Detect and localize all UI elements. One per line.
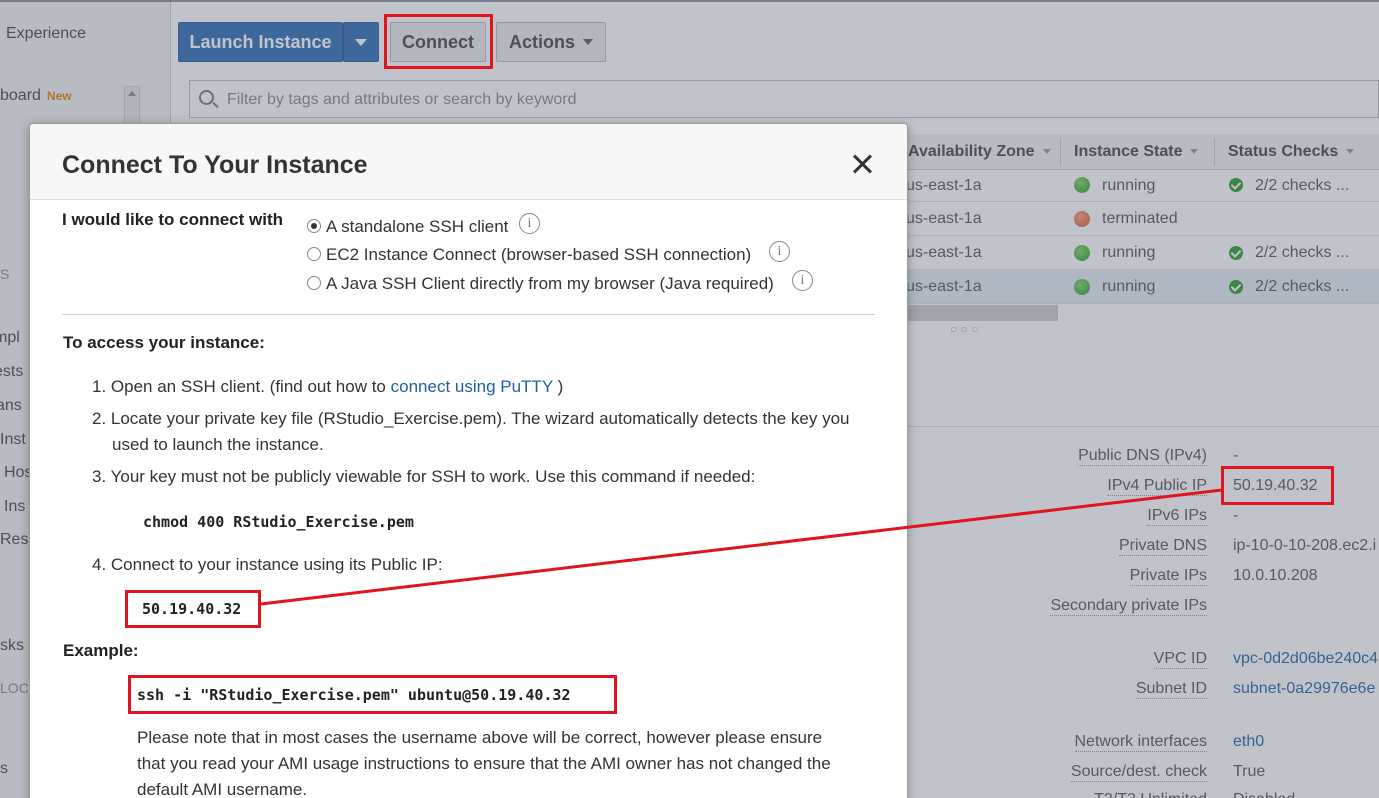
connect-highlight-box <box>384 14 493 69</box>
option-instance-connect[interactable]: EC2 Instance Connect (browser-based SSH … <box>326 245 751 265</box>
step-2-line-1: 2. Locate your private key file (RStudio… <box>92 409 850 428</box>
step-4: 4. Connect to your instance using its Pu… <box>92 555 443 574</box>
example-heading: Example: <box>63 641 139 660</box>
divider <box>62 314 875 315</box>
step-3: 3. Your key must not be publicly viewabl… <box>92 467 756 486</box>
step-1-close: ) <box>557 377 564 396</box>
close-icon[interactable] <box>852 153 874 175</box>
ipv4-highlight-box <box>1221 466 1334 505</box>
modal-title: Connect To Your Instance <box>62 151 368 179</box>
option-standalone-ssh[interactable]: A standalone SSH client <box>326 217 508 237</box>
step-2-line-2: used to launch the instance. <box>112 435 324 454</box>
connect-with-label: I would like to connect with <box>62 210 284 229</box>
option-java-ssh[interactable]: A Java SSH Client directly from my brows… <box>326 274 774 294</box>
modal-header: Connect To Your Instance <box>30 124 907 200</box>
radio-instance-connect[interactable] <box>307 247 321 261</box>
step-1: 1. Open an SSH client. (find out how to … <box>92 377 563 397</box>
note-line-2: that you read your AMI usage instruction… <box>137 754 831 773</box>
putty-link[interactable]: connect using PuTTY <box>391 377 553 396</box>
step-1-text: 1. Open an SSH client. (find out how to <box>92 377 386 396</box>
info-icon[interactable]: i <box>519 213 540 234</box>
info-icon[interactable]: i <box>792 270 813 291</box>
access-heading: To access your instance: <box>63 333 265 352</box>
radio-standalone-ssh[interactable] <box>307 219 321 233</box>
chmod-command: chmod 400 RStudio_Exercise.pem <box>143 513 414 531</box>
note-line-3: default AMI username. <box>137 780 308 798</box>
ssh-command-highlight-box <box>128 675 617 714</box>
note-line-1: Please note that in most cases the usern… <box>137 728 823 747</box>
info-icon[interactable]: i <box>769 241 790 262</box>
public-ip-highlight-box <box>125 590 261 628</box>
ec2-console: Experience boardNew S mpl ests ans Inst … <box>0 0 1379 798</box>
top-border <box>0 0 1379 2</box>
radio-java-ssh[interactable] <box>307 276 321 290</box>
